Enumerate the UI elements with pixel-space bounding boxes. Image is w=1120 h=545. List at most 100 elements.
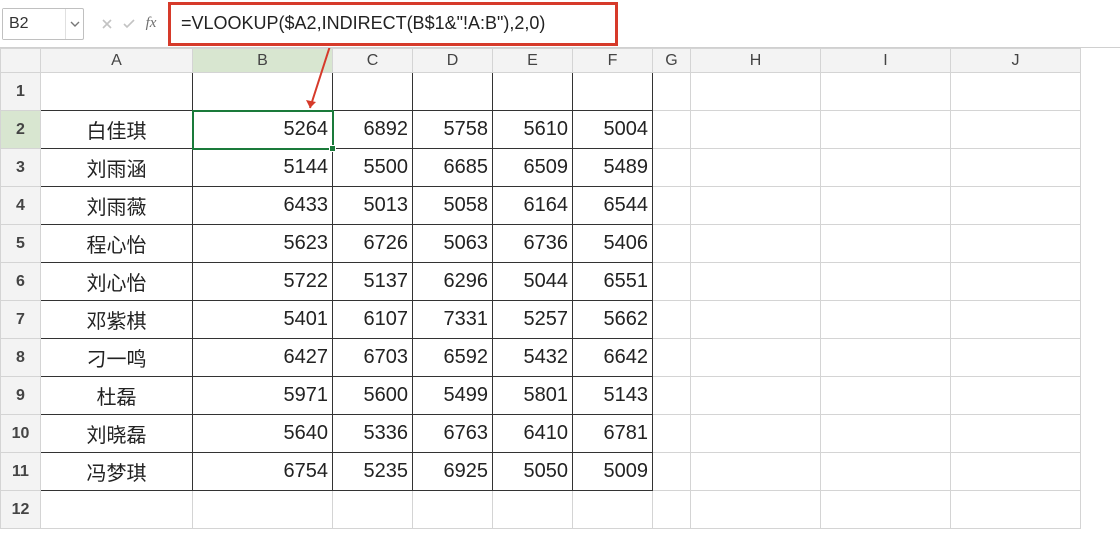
value-cell[interactable]: 5401	[193, 301, 333, 339]
value-cell[interactable]: 6736	[493, 225, 573, 263]
value-cell[interactable]: 6107	[333, 301, 413, 339]
row-head-6[interactable]: 6	[1, 263, 41, 301]
empty-cell[interactable]	[951, 149, 1081, 187]
spreadsheet-grid[interactable]: A B C D E F G H I J 1姓名1月2月3月4月5月2白佳琪526…	[0, 48, 1081, 529]
value-cell[interactable]: 5623	[193, 225, 333, 263]
empty-cell[interactable]	[951, 339, 1081, 377]
header-month-cell[interactable]: 2月	[333, 73, 413, 111]
empty-cell[interactable]	[41, 491, 193, 529]
empty-cell[interactable]	[951, 187, 1081, 225]
empty-cell[interactable]	[653, 263, 691, 301]
empty-cell[interactable]	[653, 187, 691, 225]
empty-cell[interactable]	[691, 339, 821, 377]
row-head-9[interactable]: 9	[1, 377, 41, 415]
empty-cell[interactable]	[821, 73, 951, 111]
value-cell[interactable]: 5432	[493, 339, 573, 377]
value-cell[interactable]: 6592	[413, 339, 493, 377]
empty-cell[interactable]	[951, 453, 1081, 491]
value-cell[interactable]: 5722	[193, 263, 333, 301]
empty-cell[interactable]	[821, 263, 951, 301]
col-head-A[interactable]: A	[41, 49, 193, 73]
value-cell[interactable]: 5063	[413, 225, 493, 263]
value-cell[interactable]: 6551	[573, 263, 653, 301]
empty-cell[interactable]	[691, 225, 821, 263]
name-cell[interactable]: 杜磊	[41, 377, 193, 415]
value-cell[interactable]: 6763	[413, 415, 493, 453]
empty-cell[interactable]	[821, 111, 951, 149]
value-cell[interactable]: 6642	[573, 339, 653, 377]
empty-cell[interactable]	[653, 453, 691, 491]
value-cell[interactable]: 6544	[573, 187, 653, 225]
value-cell[interactable]: 6781	[573, 415, 653, 453]
value-cell[interactable]: 5058	[413, 187, 493, 225]
name-cell[interactable]: 刘晓磊	[41, 415, 193, 453]
header-month-cell[interactable]: 5月	[573, 73, 653, 111]
row-head-5[interactable]: 5	[1, 225, 41, 263]
value-cell[interactable]: 6296	[413, 263, 493, 301]
row-head-10[interactable]: 10	[1, 415, 41, 453]
row-head-11[interactable]: 11	[1, 453, 41, 491]
col-head-I[interactable]: I	[821, 49, 951, 73]
value-cell[interactable]: 7331	[413, 301, 493, 339]
value-cell[interactable]: 5489	[573, 149, 653, 187]
value-cell[interactable]: 6164	[493, 187, 573, 225]
empty-cell[interactable]	[653, 73, 691, 111]
row-head-3[interactable]: 3	[1, 149, 41, 187]
empty-cell[interactable]	[821, 301, 951, 339]
name-cell[interactable]: 刘心怡	[41, 263, 193, 301]
empty-cell[interactable]	[951, 301, 1081, 339]
empty-cell[interactable]	[573, 491, 653, 529]
col-head-D[interactable]: D	[413, 49, 493, 73]
empty-cell[interactable]	[821, 415, 951, 453]
value-cell[interactable]: 5143	[573, 377, 653, 415]
empty-cell[interactable]	[691, 301, 821, 339]
value-cell[interactable]: 5013	[333, 187, 413, 225]
value-cell[interactable]: 5044	[493, 263, 573, 301]
empty-cell[interactable]	[653, 339, 691, 377]
empty-cell[interactable]	[413, 491, 493, 529]
col-head-H[interactable]: H	[691, 49, 821, 73]
empty-cell[interactable]	[193, 491, 333, 529]
row-head-2[interactable]: 2	[1, 111, 41, 149]
value-cell[interactable]: 6925	[413, 453, 493, 491]
empty-cell[interactable]	[653, 415, 691, 453]
empty-cell[interactable]	[653, 225, 691, 263]
empty-cell[interactable]	[653, 111, 691, 149]
insert-function-icon[interactable]: fx	[140, 13, 162, 35]
empty-cell[interactable]	[691, 111, 821, 149]
empty-cell[interactable]	[493, 491, 573, 529]
row-head-4[interactable]: 4	[1, 187, 41, 225]
empty-cell[interactable]	[951, 415, 1081, 453]
empty-cell[interactable]	[653, 491, 691, 529]
empty-cell[interactable]	[951, 377, 1081, 415]
value-cell[interactable]: 5050	[493, 453, 573, 491]
empty-cell[interactable]	[691, 415, 821, 453]
name-cell[interactable]: 冯梦琪	[41, 453, 193, 491]
empty-cell[interactable]	[951, 263, 1081, 301]
col-head-F[interactable]: F	[573, 49, 653, 73]
select-all-corner[interactable]	[1, 49, 41, 73]
empty-cell[interactable]	[653, 301, 691, 339]
row-head-1[interactable]: 1	[1, 73, 41, 111]
value-cell[interactable]: 5009	[573, 453, 653, 491]
row-head-7[interactable]: 7	[1, 301, 41, 339]
col-head-E[interactable]: E	[493, 49, 573, 73]
empty-cell[interactable]	[653, 377, 691, 415]
empty-cell[interactable]	[821, 225, 951, 263]
empty-cell[interactable]	[951, 111, 1081, 149]
empty-cell[interactable]	[691, 377, 821, 415]
name-cell[interactable]: 刁一鸣	[41, 339, 193, 377]
value-cell[interactable]: 6754	[193, 453, 333, 491]
value-cell[interactable]: 5500	[333, 149, 413, 187]
value-cell[interactable]: 6892	[333, 111, 413, 149]
row-head-12[interactable]: 12	[1, 491, 41, 529]
header-month-cell[interactable]: 3月	[413, 73, 493, 111]
col-head-G[interactable]: G	[653, 49, 691, 73]
empty-cell[interactable]	[691, 187, 821, 225]
value-cell[interactable]: 5235	[333, 453, 413, 491]
empty-cell[interactable]	[821, 377, 951, 415]
empty-cell[interactable]	[691, 73, 821, 111]
name-cell[interactable]: 刘雨薇	[41, 187, 193, 225]
col-head-C[interactable]: C	[333, 49, 413, 73]
value-cell[interactable]: 5600	[333, 377, 413, 415]
